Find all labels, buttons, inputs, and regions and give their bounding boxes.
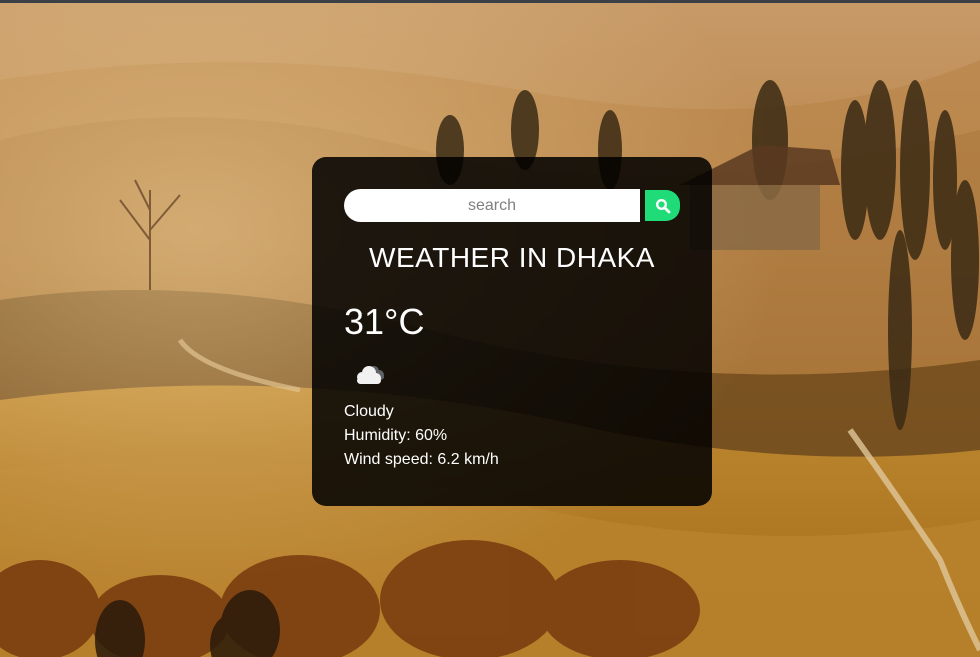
browser-top-border (0, 0, 980, 3)
search-icon (655, 198, 670, 213)
humidity-text: Humidity: 60% (344, 427, 448, 444)
city-heading: WEATHER IN DHAKA (369, 242, 655, 273)
weather-details: Cloudy Humidity: 60% Wind speed: 6.2 km/… (344, 400, 680, 472)
weather-description: Cloudy (344, 403, 394, 420)
wind-speed-text: Wind speed: 6.2 km/h (344, 451, 499, 468)
temperature: 31°C (344, 301, 425, 342)
search-bar (344, 189, 680, 222)
weather-card: WEATHER IN DHAKA 31°C Cloudy Humidity: 6… (312, 157, 712, 506)
search-input[interactable] (344, 189, 640, 222)
search-button[interactable] (645, 190, 680, 221)
cloudy-icon (357, 366, 384, 384)
